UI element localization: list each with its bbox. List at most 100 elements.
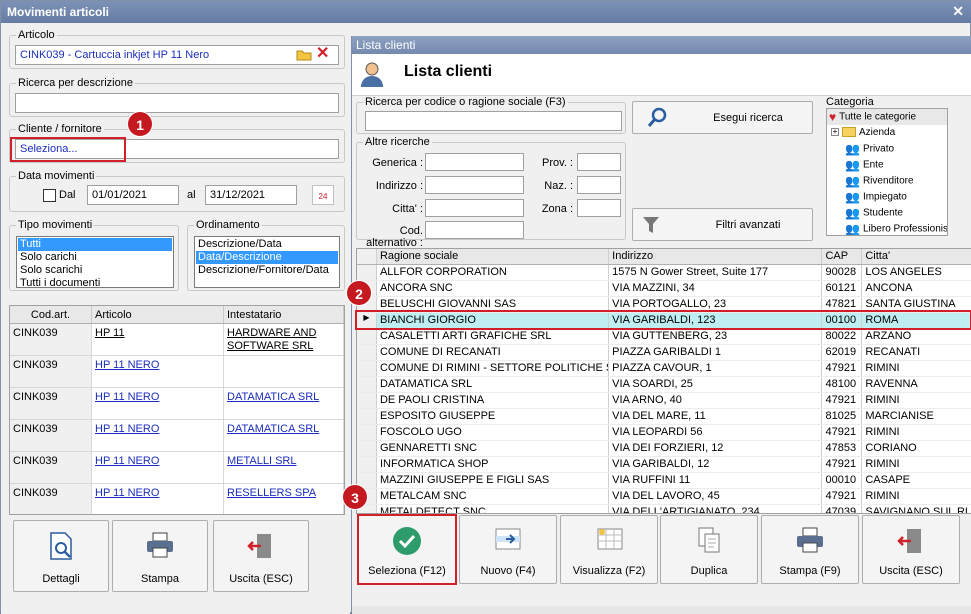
tipo-item[interactable]: Tutti i documenti bbox=[18, 277, 172, 290]
tipo-item[interactable]: Solo scarichi bbox=[18, 264, 172, 277]
visualizza-button[interactable]: Visualizza (F2) bbox=[560, 515, 658, 584]
table-row[interactable]: CINK039 HP 11 NERO DATAMATICA SRL bbox=[10, 420, 344, 452]
citta-input[interactable] bbox=[425, 199, 524, 217]
ordinamento-item[interactable]: Descrizione/Fornitore/Data bbox=[196, 264, 338, 277]
header-citta[interactable]: Citta' bbox=[862, 249, 971, 264]
table-row[interactable]: METALCAM SNC VIA DEL LAVORO, 45 47921 RIMIN… bbox=[357, 489, 971, 505]
al-label: al bbox=[187, 189, 196, 201]
tree-item[interactable]: 👥 Impiegato bbox=[827, 189, 947, 205]
header-indirizzo[interactable]: Indirizzo bbox=[609, 249, 823, 264]
people-icon: 👥 bbox=[845, 206, 860, 220]
cell-cap: 47921 bbox=[822, 425, 863, 440]
articolo-field[interactable]: CINK039 - Cartuccia inkjet HP 11 Nero bbox=[15, 45, 339, 65]
tree-item[interactable]: 👥 Ente bbox=[827, 157, 947, 173]
tree-item[interactable]: ♥ Tutte le categorie bbox=[827, 109, 947, 125]
table-row[interactable]: DATAMATICA SRL VIA SOARDI, 25 48100 RAVENNA bbox=[357, 377, 971, 393]
table-row[interactable]: ESPOSITO GIUSEPPE VIA DEL MARE, 11 81025 MA… bbox=[357, 409, 971, 425]
table-row[interactable]: COMUNE DI RECANATI PIAZZA GARIBALDI 1 6201… bbox=[357, 345, 971, 361]
uscita-esc-button[interactable]: Uscita (ESC) bbox=[862, 515, 960, 584]
table-row[interactable]: FOSCOLO UGO VIA LEOPARDI 56 47921 RIMINI bbox=[357, 425, 971, 441]
table-row[interactable]: ANCORA SNC VIA MAZZINI, 34 60121 ANCONA bbox=[357, 281, 971, 297]
dal-checkbox[interactable] bbox=[43, 189, 56, 202]
zona-input[interactable] bbox=[577, 199, 621, 217]
table-row[interactable]: CINK039 HP 11 NERO RESELLERS SPA bbox=[10, 484, 344, 514]
zona-label: Zona : bbox=[541, 203, 573, 215]
ordinamento-listbox[interactable]: Descrizione/Data Data/Descrizione Descri… bbox=[194, 236, 340, 288]
table-row[interactable]: CINK039 HP 11 HARDWARE AND SOFTWARE SRL bbox=[10, 324, 344, 356]
stampa-button[interactable]: Stampa bbox=[112, 520, 208, 592]
al-date-input[interactable]: 31/12/2021 bbox=[205, 185, 297, 205]
indirizzo-input[interactable] bbox=[425, 176, 524, 194]
header-ragione[interactable]: Ragione sociale bbox=[377, 249, 610, 264]
stampa-f9-button[interactable]: Stampa (F9) bbox=[761, 515, 859, 584]
calendar-icon[interactable]: 24 bbox=[312, 185, 334, 205]
table-row[interactable]: INFORMATICA SHOP VIA GARIBALDI, 12 47921 RI… bbox=[357, 457, 971, 473]
cell-articolo[interactable]: HP 11 bbox=[92, 324, 224, 355]
table-row[interactable]: CINK039 HP 11 NERO DATAMATICA SRL bbox=[10, 388, 344, 420]
cell-intestatario[interactable]: DATAMATICA SRL bbox=[224, 420, 344, 451]
tipo-item[interactable]: Solo carichi bbox=[18, 251, 172, 264]
expand-icon[interactable]: + bbox=[831, 128, 839, 137]
table-row[interactable]: METALDETECT SNC VIA DELL'ARTIGIANATO, 234… bbox=[357, 505, 971, 513]
cell-articolo[interactable]: HP 11 NERO bbox=[92, 484, 224, 514]
table-row[interactable]: DE PAOLI CRISTINA VIA ARNO, 40 47921 RIMINI bbox=[357, 393, 971, 409]
filtri-avanzati-button[interactable]: Filtri avanzati bbox=[632, 208, 813, 241]
tipo-listbox[interactable]: Tutti Solo carichi Solo scarichi Tutti i… bbox=[16, 236, 174, 290]
dal-date-input[interactable]: 01/01/2021 bbox=[87, 185, 179, 205]
ricerca-codice-input[interactable] bbox=[365, 111, 622, 131]
cell-intestatario[interactable]: METALLI SRL bbox=[224, 452, 344, 483]
header-articolo[interactable]: Articolo bbox=[92, 306, 224, 323]
duplica-label: Duplica bbox=[690, 565, 728, 577]
tree-item[interactable]: 👥 Libero Professionista bbox=[827, 221, 947, 235]
cell-intestatario[interactable]: RESELLERS SPA bbox=[224, 484, 344, 514]
tree-item[interactable]: + Azienda bbox=[827, 125, 947, 141]
uscita-esc-label: Uscita (ESC) bbox=[879, 565, 943, 577]
cell-intestatario[interactable]: HARDWARE AND SOFTWARE SRL bbox=[224, 324, 344, 355]
cell-indirizzo: VIA DELL'ARTIGIANATO, 234 bbox=[609, 505, 823, 513]
codalt-input[interactable] bbox=[425, 221, 524, 239]
table-row[interactable]: CINK039 HP 11 NERO METALLI SRL bbox=[10, 452, 344, 484]
tipo-item[interactable]: Tutti bbox=[18, 238, 172, 251]
close-icon[interactable]: ✕ bbox=[952, 3, 964, 20]
header-cod[interactable]: Cod.art. bbox=[10, 306, 92, 323]
row-indicator-header bbox=[357, 249, 377, 264]
cell-cod: CINK039 bbox=[10, 484, 92, 514]
cell-articolo[interactable]: HP 11 NERO bbox=[92, 356, 224, 387]
ordinamento-item[interactable]: Descrizione/Data bbox=[196, 238, 338, 251]
table-row[interactable]: MAZZINI GIUSEPPE E FIGLI SAS VIA RUFFINI … bbox=[357, 473, 971, 489]
cell-cap: 47921 bbox=[822, 361, 863, 376]
cell-articolo[interactable]: HP 11 NERO bbox=[92, 452, 224, 483]
table-row[interactable]: GENNARETTI SNC VIA DEI FORZIERI, 12 47853 C… bbox=[357, 441, 971, 457]
nuovo-button[interactable]: Nuovo (F4) bbox=[459, 515, 557, 584]
naz-input[interactable] bbox=[577, 176, 621, 194]
header-intestatario[interactable]: Intestatario bbox=[224, 306, 344, 323]
altre-ricerche-group: Altre ricerche Generica : Indirizzo : Ci… bbox=[356, 136, 626, 249]
tree-item[interactable]: 👥 Studente bbox=[827, 205, 947, 221]
cell-intestatario[interactable]: DATAMATICA SRL bbox=[224, 388, 344, 419]
uscita-button[interactable]: Uscita (ESC) bbox=[213, 520, 309, 592]
table-row[interactable]: ALLFOR CORPORATION 1575 N Gower Street, S… bbox=[357, 265, 971, 281]
cell-citta: LOS ANGELES bbox=[862, 265, 971, 280]
tree-item[interactable]: 👥 Rivenditore bbox=[827, 173, 947, 189]
cell-citta: MARCIANISE bbox=[862, 409, 971, 424]
cell-intestatario[interactable] bbox=[224, 356, 344, 387]
duplica-button[interactable]: Duplica bbox=[660, 515, 758, 584]
prov-input[interactable] bbox=[577, 153, 621, 171]
ricerca-descrizione-input[interactable] bbox=[15, 93, 339, 113]
table-header: Ragione sociale Indirizzo CAP Citta' bbox=[357, 249, 971, 265]
esegui-ricerca-button[interactable]: Esegui ricerca bbox=[632, 101, 813, 134]
header-cap[interactable]: CAP bbox=[822, 249, 863, 264]
dettagli-button[interactable]: Dettagli bbox=[13, 520, 109, 592]
generica-input[interactable] bbox=[425, 153, 524, 171]
cell-articolo[interactable]: HP 11 NERO bbox=[92, 420, 224, 451]
cell-articolo[interactable]: HP 11 NERO bbox=[92, 388, 224, 419]
articolo-group: Articolo CINK039 - Cartuccia inkjet HP 1… bbox=[9, 29, 345, 69]
left-panel: Articolo CINK039 - Cartuccia inkjet HP 1… bbox=[1, 23, 350, 614]
folder-icon[interactable] bbox=[296, 48, 312, 64]
tree-item[interactable]: 👥 Privato bbox=[827, 141, 947, 157]
clear-icon[interactable]: ✕ bbox=[316, 46, 329, 62]
table-row[interactable]: CINK039 HP 11 NERO bbox=[10, 356, 344, 388]
table-row[interactable]: COMUNE DI RIMINI - SETTORE POLITICHE S..… bbox=[357, 361, 971, 377]
ordinamento-item[interactable]: Data/Descrizione bbox=[196, 251, 338, 264]
table-row[interactable]: CASALETTI ARTI GRAFICHE SRL VIA GUTTENBER… bbox=[357, 329, 971, 345]
